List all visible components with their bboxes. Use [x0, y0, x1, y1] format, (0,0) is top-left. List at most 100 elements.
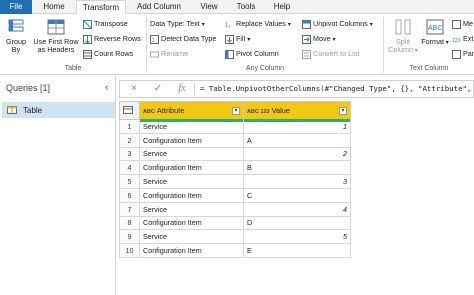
move-button[interactable]: Move ▾ [302, 34, 336, 45]
tab-file[interactable]: File [0, 0, 32, 14]
format-button[interactable]: ABC Format ▾ [420, 18, 450, 47]
count-rows-label: Count Rows [94, 49, 134, 58]
extract-button[interactable]: 123 Ext [452, 34, 473, 44]
attribute-cell[interactable]: Configuration Item [139, 160, 244, 176]
row-number: 3 [119, 146, 140, 162]
tab-home[interactable]: Home [34, 0, 74, 14]
attribute-cell[interactable]: Service [139, 146, 244, 162]
attribute-cell[interactable]: Configuration Item [139, 215, 244, 231]
use-first-row-icon [47, 19, 65, 35]
format-label: Format ▾ [421, 37, 449, 47]
parse-button[interactable]: Par [452, 49, 474, 59]
detect-data-type-button[interactable]: 1 Detect Data Type [150, 34, 216, 44]
value-cell[interactable]: 2 [243, 146, 351, 162]
chevron-down-icon: ▾ [413, 48, 418, 54]
value-cell[interactable]: 5 [243, 229, 351, 245]
attribute-cell[interactable]: Service [139, 229, 244, 245]
value-cell[interactable]: 3 [243, 174, 351, 189]
grid-header-row: ABC Attribute ▾ ABC 123 Value ▾ [119, 101, 351, 122]
chevron-down-icon: ▾ [369, 22, 373, 28]
tab-add-column[interactable]: Add Column [128, 0, 190, 14]
tab-tools[interactable]: Tools [228, 0, 264, 14]
move-icon [302, 34, 311, 44]
cancel-icon[interactable]: × [128, 83, 140, 95]
svg-text:1₂: 1₂ [225, 23, 231, 29]
collapse-icon[interactable]: ‹ [105, 82, 108, 93]
column-header-attribute[interactable]: ABC Attribute ▾ [139, 101, 244, 122]
query-item-table[interactable]: Table [2, 102, 115, 118]
count-rows-button[interactable]: Count Rows [83, 49, 133, 59]
attribute-cell[interactable]: Configuration Item [139, 243, 244, 258]
table-row[interactable]: 3 Service 2 [119, 146, 351, 162]
value-cell[interactable]: B [243, 160, 351, 176]
table-row[interactable]: 2 Configuration Item A [119, 132, 351, 148]
value-cell[interactable]: A [243, 132, 351, 148]
row-number: 9 [119, 229, 140, 245]
rename-label: Rename [161, 49, 189, 58]
pivot-column-button[interactable]: Pivot Column [225, 49, 279, 59]
group-by-button[interactable]: Group By [3, 18, 29, 54]
tab-view[interactable]: View [192, 0, 226, 14]
table-row[interactable]: 9 Service 5 [119, 229, 351, 245]
parse-label: Par [463, 49, 474, 58]
tab-help[interactable]: Help [266, 0, 298, 14]
format-icon: ABC [426, 19, 444, 35]
chevron-down-icon[interactable]: ▾ [339, 107, 347, 115]
column-quality-bar [140, 119, 243, 122]
chevron-down-icon: ▾ [287, 22, 291, 28]
convert-to-list-icon [302, 49, 311, 59]
pivot-column-label: Pivot Column [236, 49, 279, 58]
query-item-label: Table [23, 106, 43, 115]
transpose-button[interactable]: Transpose [83, 19, 128, 29]
attribute-cell[interactable]: Configuration Item [139, 132, 244, 148]
parse-icon [452, 49, 461, 59]
reverse-rows-icon [83, 34, 92, 44]
value-cell[interactable]: D [243, 215, 351, 231]
type-badge[interactable]: ABC [143, 109, 155, 115]
use-first-row-button[interactable]: Use First Row as Headers [31, 18, 81, 54]
data-grid: ABC Attribute ▾ ABC 123 Value ▾ 1 Service 1 … [119, 101, 351, 258]
row-number: 7 [119, 201, 140, 217]
chevron-down-icon: ▾ [444, 40, 449, 46]
row-number: 10 [119, 243, 140, 258]
table-row[interactable]: 7 Service 4 [119, 201, 351, 217]
chevron-down-icon[interactable]: ▾ [232, 107, 240, 115]
value-cell[interactable]: 4 [243, 201, 351, 217]
replace-values-button[interactable]: 1₂ Replace Values ▾ [225, 19, 291, 30]
row-number: 8 [119, 215, 140, 231]
tab-transform[interactable]: Transform [76, 0, 126, 15]
reverse-rows-button[interactable]: Reverse Rows [83, 34, 141, 44]
table-row[interactable]: 5 Service 3 [119, 174, 351, 189]
attribute-cell[interactable]: Service [139, 201, 244, 217]
detect-data-type-label: Detect Data Type [161, 34, 217, 43]
formula-input[interactable]: = Table.UnpivotOtherColumns(#"Changed Ty… [200, 84, 474, 93]
table-row[interactable]: 6 Configuration Item C [119, 187, 351, 203]
row-number: 4 [119, 160, 140, 176]
row-number: 5 [119, 174, 140, 189]
svg-text:123: 123 [452, 38, 461, 44]
replace-values-label: Replace Values [236, 19, 286, 28]
merge-columns-icon [452, 19, 461, 29]
accept-icon[interactable]: ✓ [152, 83, 164, 95]
table-row[interactable]: 8 Configuration Item D [119, 215, 351, 231]
fill-button[interactable]: Fill ▾ [225, 34, 250, 45]
table-row[interactable]: 4 Configuration Item B [119, 160, 351, 176]
rename-button[interactable]: Rename [150, 49, 188, 59]
data-type-dropdown[interactable]: Data Type: Text ▾ [150, 19, 205, 30]
attribute-cell[interactable]: Service [139, 174, 244, 189]
use-first-row-label: Use First Row as Headers [33, 37, 79, 54]
split-column-button[interactable]: Split Column ▾ [386, 18, 420, 55]
value-cell[interactable]: C [243, 187, 351, 203]
value-cell[interactable]: E [243, 243, 351, 258]
data-type-label: Data Type: Text [150, 19, 200, 28]
type-badge[interactable]: ABC 123 [247, 109, 270, 115]
merge-columns-button[interactable]: Me [452, 19, 473, 29]
convert-to-list-button[interactable]: Convert to List [302, 49, 359, 59]
table-row[interactable]: 10 Configuration Item E [119, 243, 351, 258]
unpivot-columns-button[interactable]: Unpivot Columns ▾ [302, 19, 373, 30]
fx-icon[interactable]: fx [176, 83, 188, 95]
text-column-group-label: Text Column [409, 65, 449, 72]
attribute-cell[interactable]: Configuration Item [139, 187, 244, 203]
grid-corner-menu[interactable] [119, 101, 140, 120]
column-header-value[interactable]: ABC 123 Value ▾ [243, 101, 351, 122]
